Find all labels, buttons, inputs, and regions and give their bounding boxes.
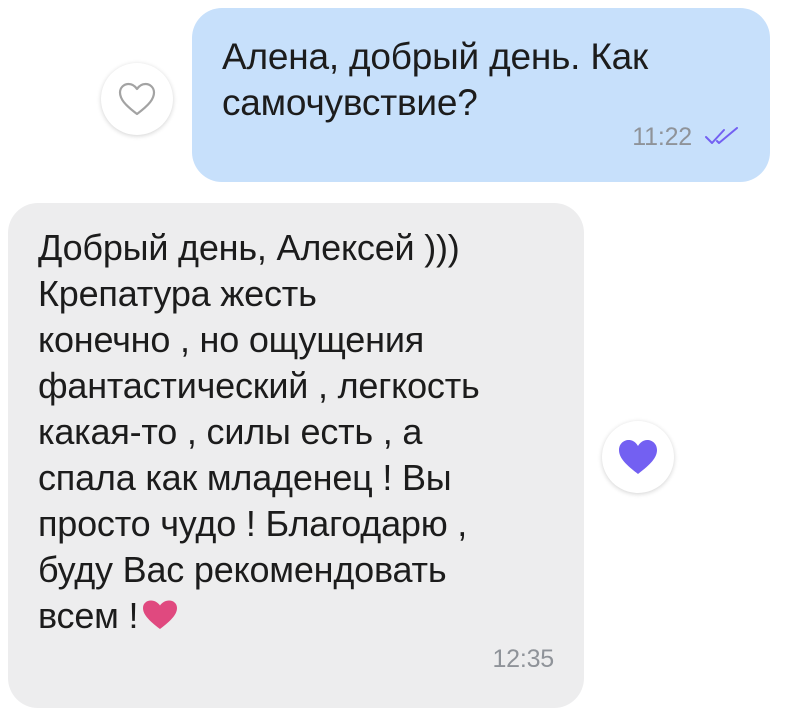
outgoing-message-meta: 11:22: [632, 114, 740, 160]
incoming-message-bubble[interactable]: Добрый день, Алексей ))) Крепатура жесть…: [8, 203, 584, 708]
like-button-outgoing[interactable]: [101, 63, 173, 135]
like-button-incoming[interactable]: [602, 421, 674, 493]
chat-thread: Алена, добрый день. Как самочувствие? 11…: [0, 0, 790, 713]
heart-filled-icon: [619, 440, 657, 474]
double-check-icon: [705, 127, 738, 144]
outgoing-message-bubble[interactable]: Алена, добрый день. Как самочувствие? 11…: [192, 8, 770, 182]
incoming-message-meta: 12:35: [492, 636, 554, 682]
incoming-message-body: Добрый день, Алексей ))) Крепатура жесть…: [38, 227, 480, 636]
outgoing-message-time: 11:22: [632, 123, 692, 151]
heart-outline-icon: [118, 82, 156, 116]
outgoing-message-text: Алена, добрый день. Как самочувствие?: [222, 36, 649, 123]
heart-emoji-icon: [143, 600, 178, 629]
incoming-message-text: Добрый день, Алексей ))) Крепатура жесть…: [38, 225, 554, 639]
incoming-message-time: 12:35: [492, 645, 554, 673]
